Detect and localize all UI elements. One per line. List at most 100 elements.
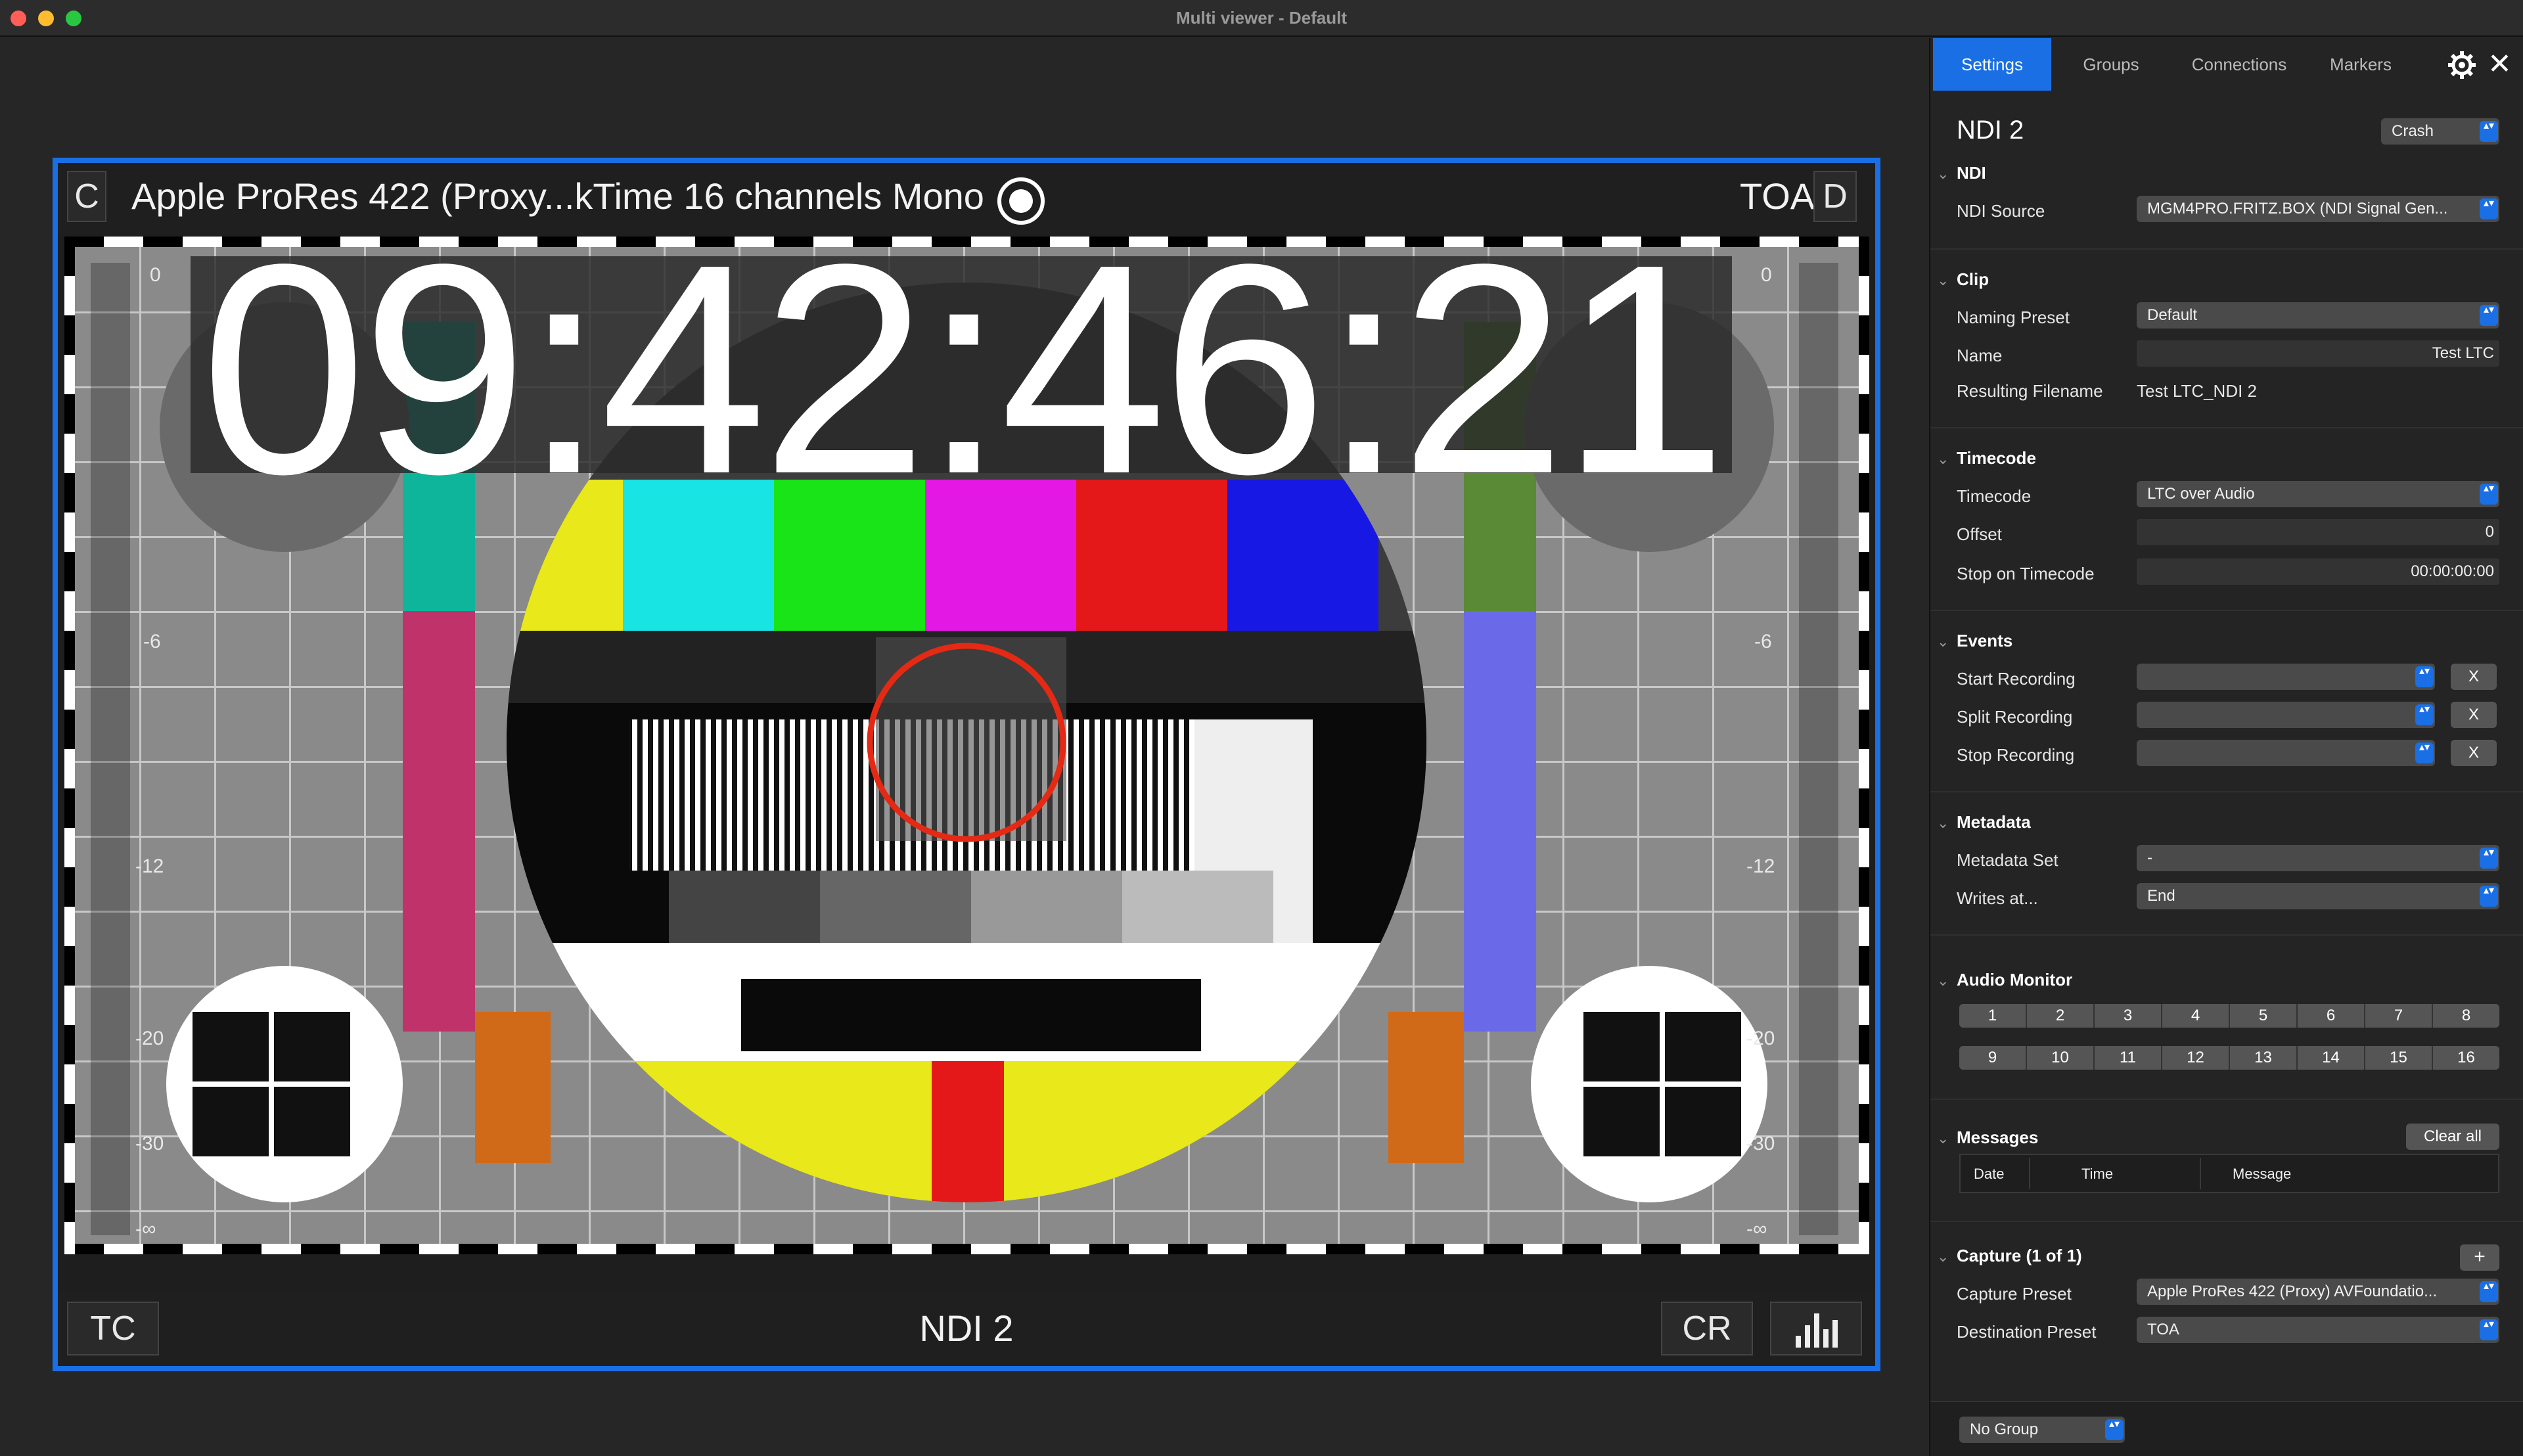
divider [1930, 610, 2523, 611]
section-metadata[interactable]: Metadata [1957, 812, 2031, 832]
audio-channel-button[interactable]: 8 [2433, 1004, 2499, 1028]
viewer-tile[interactable]: C Apple ProRes 422 (Proxy...kTime 16 cha… [53, 158, 1880, 1371]
naming-preset-label: Naming Preset [1957, 307, 2070, 327]
meter-tick-0-right: 0 [1761, 264, 1772, 286]
divider [1930, 427, 2523, 428]
offset-input[interactable]: 0 [2137, 519, 2499, 545]
audio-channel-button[interactable]: 4 [2162, 1004, 2230, 1028]
section-clip[interactable]: Clip [1957, 269, 1989, 290]
close-icon[interactable]: ✕ [2488, 47, 2512, 81]
audio-channel-button[interactable]: 10 [2027, 1046, 2095, 1070]
tab-groups[interactable]: Groups [2062, 38, 2160, 91]
chevron-down-icon[interactable]: ⌄ [1937, 815, 1949, 832]
section-audio-monitor[interactable]: Audio Monitor [1957, 970, 2072, 990]
audio-meter-icon[interactable] [1770, 1302, 1862, 1355]
meter-tick-6-right: -6 [1754, 631, 1772, 652]
add-capture-button[interactable]: + [2460, 1244, 2499, 1271]
column-date[interactable]: Date [1974, 1166, 2004, 1183]
app-window: Multi viewer - Default C Apple ProRes 42… [0, 0, 2523, 1456]
audio-channel-button[interactable]: 13 [2230, 1046, 2298, 1070]
meter-tick-20-right: -20 [1746, 1028, 1775, 1049]
section-messages[interactable]: Messages [1957, 1127, 2038, 1148]
destination-preset-select[interactable]: TOA ▴▾ [2137, 1317, 2499, 1343]
meter-tick-30-left: -30 [135, 1133, 164, 1154]
section-ndi[interactable]: NDI [1957, 163, 1986, 183]
timecode-select[interactable]: LTC over Audio ▴▾ [2137, 481, 2499, 507]
naming-preset-select[interactable]: Default ▴▾ [2137, 302, 2499, 329]
column-message[interactable]: Message [2233, 1166, 2291, 1183]
stop-recording-select[interactable]: ▴▾ [2137, 740, 2435, 766]
audio-channel-button[interactable]: 16 [2433, 1046, 2499, 1070]
tile-footer: TC NDI 2 CR [58, 1291, 1875, 1366]
clear-all-button[interactable]: Clear all [2406, 1124, 2499, 1150]
destination-label: TOA [1740, 175, 1815, 217]
stop-on-timecode-label: Stop on Timecode [1957, 564, 2095, 583]
chevron-down-icon[interactable]: ⌄ [1937, 272, 1949, 289]
audio-channel-button[interactable]: 12 [2162, 1046, 2230, 1070]
name-input[interactable]: Test LTC [2137, 340, 2499, 367]
gear-icon[interactable] [2445, 49, 2478, 81]
meter-tick-6-left: -6 [143, 631, 161, 652]
divider [1930, 1099, 2523, 1100]
capture-preset-select[interactable]: Apple ProRes 422 (Proxy) AVFoundatio... ▴… [2137, 1279, 2499, 1305]
group-select[interactable]: No Group ▴▾ [1959, 1417, 2125, 1443]
stop-on-timecode-input[interactable]: 00:00:00:00 [2137, 558, 2499, 585]
section-events[interactable]: Events [1957, 631, 2012, 651]
channel-badge-d[interactable]: D [1813, 171, 1857, 222]
chevron-down-icon[interactable]: ⌄ [1937, 1130, 1949, 1147]
audio-channel-button[interactable]: 1 [1959, 1004, 2027, 1028]
start-recording-clear-button[interactable]: X [2451, 664, 2497, 690]
cr-button[interactable]: CR [1661, 1302, 1753, 1355]
writes-at-label: Writes at... [1957, 888, 2038, 908]
meter-tick-30-right: -30 [1746, 1133, 1775, 1154]
chevron-down-icon[interactable]: ⌄ [1937, 1248, 1949, 1265]
audio-channel-button[interactable]: 3 [2095, 1004, 2162, 1028]
audio-channel-button[interactable]: 15 [2365, 1046, 2433, 1070]
audio-channel-button[interactable]: 14 [2298, 1046, 2365, 1070]
column-time[interactable]: Time [2081, 1166, 2113, 1183]
audio-channel-button[interactable]: 5 [2230, 1004, 2298, 1028]
tab-settings[interactable]: Settings [1933, 38, 2051, 91]
section-timecode[interactable]: Timecode [1957, 448, 2036, 468]
title-bar: Multi viewer - Default [0, 0, 2523, 37]
video-preview: 0 -6 -12 -20 -30 -∞ 0 -6 -12 -20 -30 -∞ … [64, 237, 1869, 1254]
record-icon[interactable] [997, 177, 1045, 225]
meter-tick-0-left: 0 [150, 264, 161, 286]
channel-badge-c[interactable]: C [67, 171, 106, 222]
chevron-down-icon[interactable]: ⌄ [1937, 166, 1949, 183]
stop-recording-clear-button[interactable]: X [2451, 740, 2497, 766]
chevron-down-icon[interactable]: ⌄ [1937, 972, 1949, 990]
panel-footer: No Group ▴▾ [1930, 1401, 2523, 1456]
ndi-source-label: NDI Source [1957, 201, 2045, 221]
split-recording-select[interactable]: ▴▾ [2137, 702, 2435, 728]
audio-channel-button[interactable]: 11 [2095, 1046, 2162, 1070]
section-capture[interactable]: Capture (1 of 1) [1957, 1246, 2082, 1266]
start-recording-select[interactable]: ▴▾ [2137, 664, 2435, 690]
meter-tick-inf-right: -∞ [1746, 1218, 1767, 1240]
audio-channel-button[interactable]: 7 [2365, 1004, 2433, 1028]
meter-tick-inf-left: -∞ [135, 1218, 156, 1240]
metadata-set-select[interactable]: - ▴▾ [2137, 845, 2499, 871]
writes-at-select[interactable]: End ▴▾ [2137, 883, 2499, 909]
meter-tick-12-right: -12 [1746, 855, 1775, 877]
chevron-down-icon[interactable]: ⌄ [1937, 633, 1949, 650]
tab-markers[interactable]: Markers [2311, 38, 2410, 91]
tab-connections[interactable]: Connections [2173, 38, 2305, 91]
ndi-source-select[interactable]: MGM4PRO.FRITZ.BOX (NDI Signal Gen... ▴▾ [2137, 196, 2499, 222]
split-recording-clear-button[interactable]: X [2451, 702, 2497, 728]
audio-channels-row-2: 9 10 11 12 13 14 15 16 [1959, 1046, 2499, 1070]
audio-channel-button[interactable]: 6 [2298, 1004, 2365, 1028]
split-recording-label: Split Recording [1957, 707, 2073, 727]
audio-channels-row-1: 1 2 3 4 5 6 7 8 [1959, 1004, 2499, 1028]
tile-header: C Apple ProRes 422 (Proxy...kTime 16 cha… [58, 163, 1875, 235]
chevron-down-icon[interactable]: ⌄ [1937, 451, 1949, 468]
source-title: NDI 2 [1957, 116, 2024, 145]
status-select[interactable]: Crash ▴▾ [2381, 118, 2499, 145]
resulting-filename-value: Test LTC_NDI 2 [2137, 381, 2258, 401]
timecode-label: Timecode [1957, 486, 2032, 506]
tile-title: Apple ProRes 422 (Proxy...kTime 16 chann… [131, 175, 984, 217]
meter-tick-20-left: -20 [135, 1028, 164, 1049]
panel-tabs: Settings Groups Connections Markers ✕ [1930, 38, 2523, 91]
audio-channel-button[interactable]: 2 [2027, 1004, 2095, 1028]
audio-channel-button[interactable]: 9 [1959, 1046, 2027, 1070]
